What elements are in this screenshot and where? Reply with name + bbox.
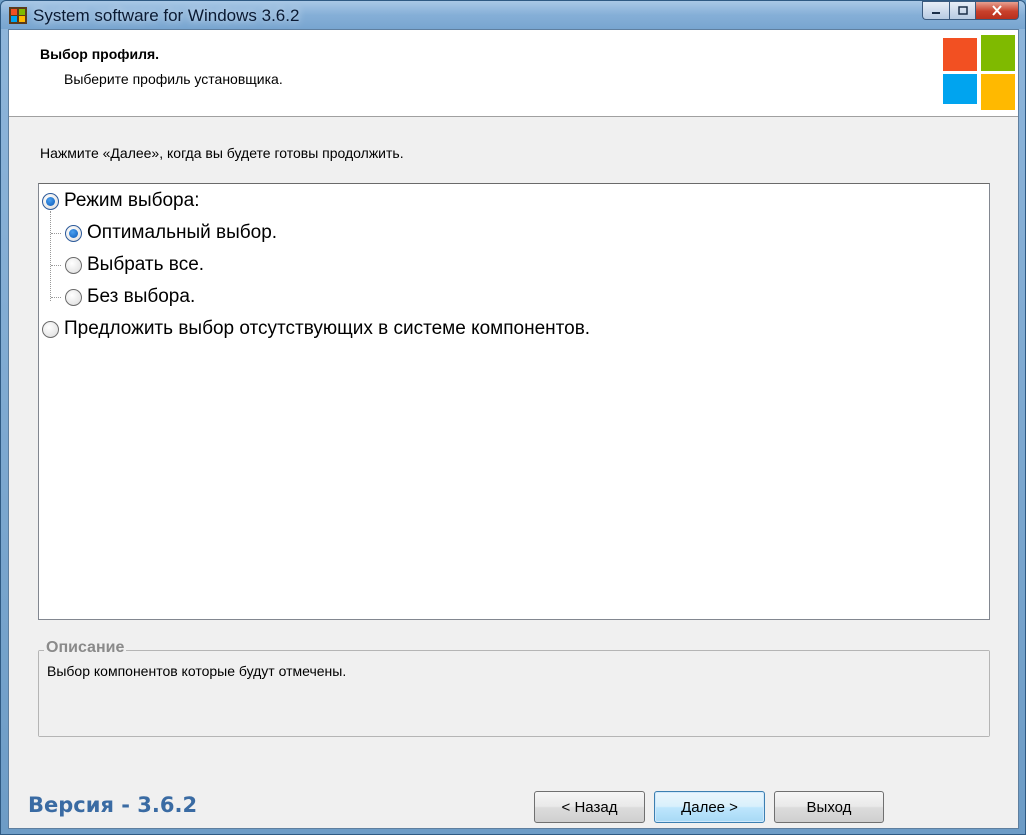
minimize-button[interactable] [922, 1, 949, 20]
description-text: Выбор компонентов которые будут отмечены… [47, 663, 347, 679]
logo-green-tile [981, 35, 1015, 71]
radio-icon[interactable] [65, 256, 82, 274]
page-subtitle: Выберите профиль установщика. [64, 71, 283, 87]
tree-connector [51, 297, 61, 298]
exit-button[interactable]: Выход [774, 791, 884, 823]
maximize-icon [957, 6, 968, 15]
option-label: Предложить выбор отсутствующих в системе… [64, 318, 591, 339]
logo-blue-tile [943, 74, 977, 104]
wizard-client-area: Выбор профиля. Выберите профиль установщ… [8, 29, 1019, 829]
app-icon [9, 7, 27, 24]
tree-connector [50, 211, 51, 301]
windows-logo-icon [943, 35, 1018, 112]
tree-connector [51, 265, 61, 266]
profile-tree[interactable]: Режим выбора: Оптимальный выбор. Выбрать… [38, 183, 990, 620]
option-selection-mode[interactable]: Режим выбора: [42, 190, 199, 212]
option-label: Оптимальный выбор. [87, 222, 278, 243]
option-select-all[interactable]: Выбрать все. [65, 254, 204, 276]
option-label: Без выбора. [87, 286, 196, 307]
installer-window: System software for Windows 3.6.2 Выбор … [0, 0, 1026, 835]
logo-red-tile [943, 38, 977, 71]
page-title: Выбор профиля. [40, 46, 160, 62]
maximize-button[interactable] [949, 1, 975, 20]
logo-yellow-tile [981, 74, 1015, 110]
option-label: Режим выбора: [64, 190, 200, 211]
radio-icon[interactable] [65, 288, 82, 306]
next-button[interactable]: Далее > [654, 791, 765, 823]
close-icon [992, 5, 1002, 16]
version-label: Версия - 3.6.2 [28, 793, 198, 817]
option-no-selection[interactable]: Без выбора. [65, 286, 195, 308]
option-optimal[interactable]: Оптимальный выбор. [65, 222, 277, 244]
window-title: System software for Windows 3.6.2 [33, 6, 300, 25]
tree-connector [51, 233, 61, 234]
instruction-text: Нажмите «Далее», когда вы будете готовы … [40, 145, 404, 161]
wizard-header: Выбор профиля. Выберите профиль установщ… [9, 30, 1018, 117]
option-suggest-missing[interactable]: Предложить выбор отсутствующих в системе… [42, 318, 590, 340]
radio-icon[interactable] [42, 320, 59, 338]
radio-icon[interactable] [42, 192, 59, 210]
title-bar[interactable]: System software for Windows 3.6.2 [1, 1, 1025, 29]
back-button[interactable]: < Назад [534, 791, 645, 823]
close-button[interactable] [975, 1, 1019, 20]
description-legend: Описание [44, 639, 127, 657]
radio-icon[interactable] [65, 224, 82, 242]
option-label: Выбрать все. [87, 254, 205, 275]
minimize-icon [932, 11, 940, 14]
